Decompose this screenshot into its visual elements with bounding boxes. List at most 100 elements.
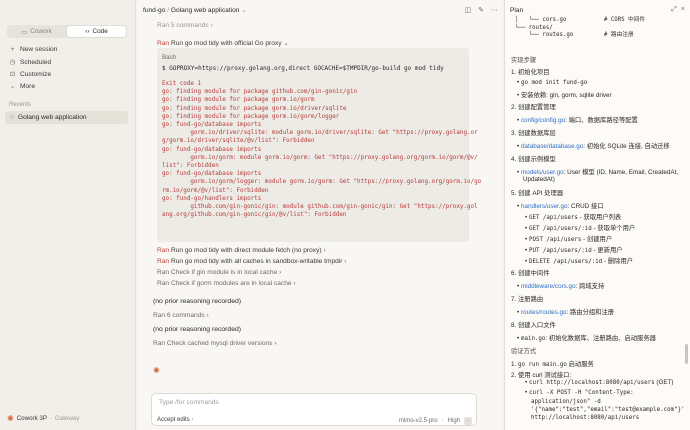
bullet-text: : 跨域支持 [575, 283, 605, 290]
tab-code-label: Code [92, 28, 108, 35]
step-label: Run go mod tidy with all caches in sandb… [170, 258, 343, 265]
bullet-text: 安装依赖: gin, gorm, sqlite driver [520, 92, 612, 99]
command-output: Exit code 1 go: finding module for packag… [162, 80, 482, 219]
endpoint-item: • POST /api/users - 创建用户 [525, 236, 613, 243]
edit-icon[interactable]: ✎ [478, 6, 484, 14]
file-link[interactable]: models/user.go [521, 169, 564, 176]
step-2[interactable]: Ran Run go mod tidy with all caches in s… [157, 258, 347, 265]
endpoint-desc: - 获取用户列表 [577, 214, 622, 221]
exit-code-line: Exit code 1 [162, 81, 202, 87]
verify-item-2: 2. 使用 curl 测试接口: [511, 372, 572, 379]
output-line: go: finding module for package github.co… [162, 89, 358, 96]
bullet-text: : 路由分组和注册 [566, 309, 615, 316]
collapsed-commands[interactable]: Ran 5 commands › [157, 22, 213, 29]
endpoint-item: • DELETE /api/users/:id - 删除用户 [525, 258, 634, 265]
more-icon[interactable]: ⋯ [491, 6, 498, 14]
command-title[interactable]: Ran Run go mod tidy with official Go pro… [157, 39, 289, 47]
customize-button[interactable]: ⊡ Customize [9, 70, 52, 79]
chevron-right-icon: › [293, 280, 296, 287]
reasoning-note: (no prior reasoning recorded) [153, 326, 242, 333]
recents-heading: Recents [9, 102, 32, 108]
step-3[interactable]: Ran Check if gin module is in local cach… [157, 269, 281, 276]
tab-cowork[interactable]: ▭ Cowork [7, 25, 66, 38]
output-line: gorm.io/driver/sqlite: module gorm.io/dr… [162, 130, 478, 137]
collapsed-commands-label: Ran 6 commands [153, 312, 205, 319]
last-command[interactable]: Ran Check cached mysql driver versions › [153, 340, 277, 347]
file-link[interactable]: routes/routes.go [521, 309, 567, 316]
thinking-spinner-icon: ✺ [153, 366, 160, 375]
panel-toggle-icon[interactable]: ◫ [465, 6, 472, 14]
project-name[interactable]: fund-go [143, 7, 165, 14]
output-line: go: finding module for package gorm.io/g… [162, 113, 340, 120]
recent-item[interactable]: ○ Golang web application [5, 111, 128, 124]
step-heading: 6. 创建中间件 [511, 270, 550, 277]
ran-prefix: Ran [157, 40, 170, 47]
new-session-button[interactable]: + New session [9, 46, 58, 53]
composer-placeholder: Type /for commands [159, 399, 219, 406]
plan-bullet: • 安装依赖: gin, gorm, sqlite driver [517, 92, 612, 99]
recent-item-label: Golang web application [17, 114, 87, 121]
bullet-text: (GET) [654, 379, 674, 386]
bullet-text: : 初始化数据库、注册路由、启动服务器 [545, 335, 656, 342]
code-text: http://localhost:8080/api/users [531, 415, 640, 421]
plan-panel: Plan ⤢ × │ └── cors.go # CORS 中间件 └── rou… [504, 0, 690, 430]
chevron-right-icon: › [344, 258, 347, 265]
plus-icon: + [10, 46, 15, 53]
expand-icon[interactable]: ⤢ [671, 6, 677, 14]
step-heading: 8. 创建入口文件 [511, 322, 556, 329]
more-button[interactable]: ⌄ More [9, 82, 35, 91]
step-1[interactable]: Ran Run go mod tidy with direct module f… [157, 247, 326, 254]
send-icon[interactable]: ↑ [464, 417, 472, 425]
curl-get: • curl http://localhost:8080/api/users (… [525, 379, 674, 386]
composer[interactable]: Type /for commands Accept edits › mimo-v… [151, 393, 477, 426]
file-link[interactable]: middleware/cors.go [521, 283, 576, 290]
code-icon: ‹› [85, 28, 90, 35]
breadcrumb: fund-go / Golang web application ⌄ [143, 6, 247, 14]
accept-edits-toggle[interactable]: Accept edits › [157, 417, 193, 423]
session-title[interactable]: Golang web application [171, 7, 240, 14]
endpoint-item: • PUT /api/users/:id - 更新用户 [525, 247, 623, 254]
file-link[interactable]: handlers/user.go [521, 203, 568, 210]
code-text: curl -X POST -H "Content-Type: [528, 390, 634, 396]
endpoint-desc: - 创建用户 [581, 236, 613, 243]
step-label: Run go mod tidy with direct module fetch… [170, 247, 322, 254]
close-icon[interactable]: × [681, 6, 685, 14]
mode-switch: ▭ Cowork ‹› Code [7, 25, 127, 38]
plan-bullet: • config/config.go: 端口、数据库路径等配置 [517, 117, 638, 124]
tab-code[interactable]: ‹› Code [67, 26, 126, 37]
output-line: gorm.io/gorm: module gorm.io/gorm: Get "… [162, 154, 478, 161]
plan-scrollbar[interactable] [685, 344, 688, 364]
scheduled-button[interactable]: ◷ Scheduled [9, 58, 52, 67]
endpoint-code: GET /api/users [528, 215, 578, 221]
command-output-box: Bash $ GOPROXY=https://proxy.golang.org,… [157, 48, 482, 242]
user-account[interactable]: ✺ Cowork 3P · Gateway [7, 414, 79, 423]
step-heading: 4. 创建示例模型 [511, 156, 556, 163]
collapsed-commands-label: Ran 5 commands [157, 22, 209, 29]
step-4[interactable]: Ran Check if gorm modules are in local c… [157, 280, 296, 287]
endpoint-desc: - 更新用户 [591, 247, 623, 254]
collapsed-commands-mid[interactable]: Ran 6 commands › [153, 312, 209, 319]
ran-prefix: Ran [157, 247, 170, 254]
output-line: list": Forbidden [162, 163, 219, 170]
file-link[interactable]: database/database.go [521, 143, 583, 150]
step-heading: 7. 注册路由 [511, 296, 544, 303]
endpoint-code: GET /api/users/:id [528, 226, 592, 232]
chevron-down-icon[interactable]: ⌄ [241, 7, 247, 14]
endpoint-code: PUT /api/users/:id [528, 248, 592, 254]
file-link[interactable]: config/config.go [521, 117, 565, 124]
model-selector[interactable]: mimo-v2.5-pro · High ↑ [399, 417, 472, 425]
plan-bullet: • handlers/user.go: CRUD 接口 [517, 203, 604, 210]
customize-label: Customize [20, 70, 52, 78]
bullet-text: : 端口、数据库路径等配置 [565, 117, 638, 124]
output-line: ang.org/github.com/gin-gonic/gin/@v/list… [162, 212, 347, 219]
scheduled-label: Scheduled [20, 58, 52, 66]
output-line: rm.io/gorm/@v/list": Forbidden [162, 187, 269, 194]
verify-heading: 验证方式 [511, 348, 537, 355]
file-tree-line: └── routes.go # 路由注册 [515, 32, 634, 39]
bullet-text: : CRUD 接口 [567, 203, 604, 210]
output-line: gorm.io/gorm/logger: module gorm.io/gorm… [162, 179, 482, 186]
curl-post-cont: http://localhost:8080/api/users [531, 414, 639, 421]
tab-cowork-label: Cowork [30, 28, 52, 35]
chevron-down-icon: ⌄ [283, 40, 289, 47]
code-text: go run main.go [518, 362, 567, 368]
